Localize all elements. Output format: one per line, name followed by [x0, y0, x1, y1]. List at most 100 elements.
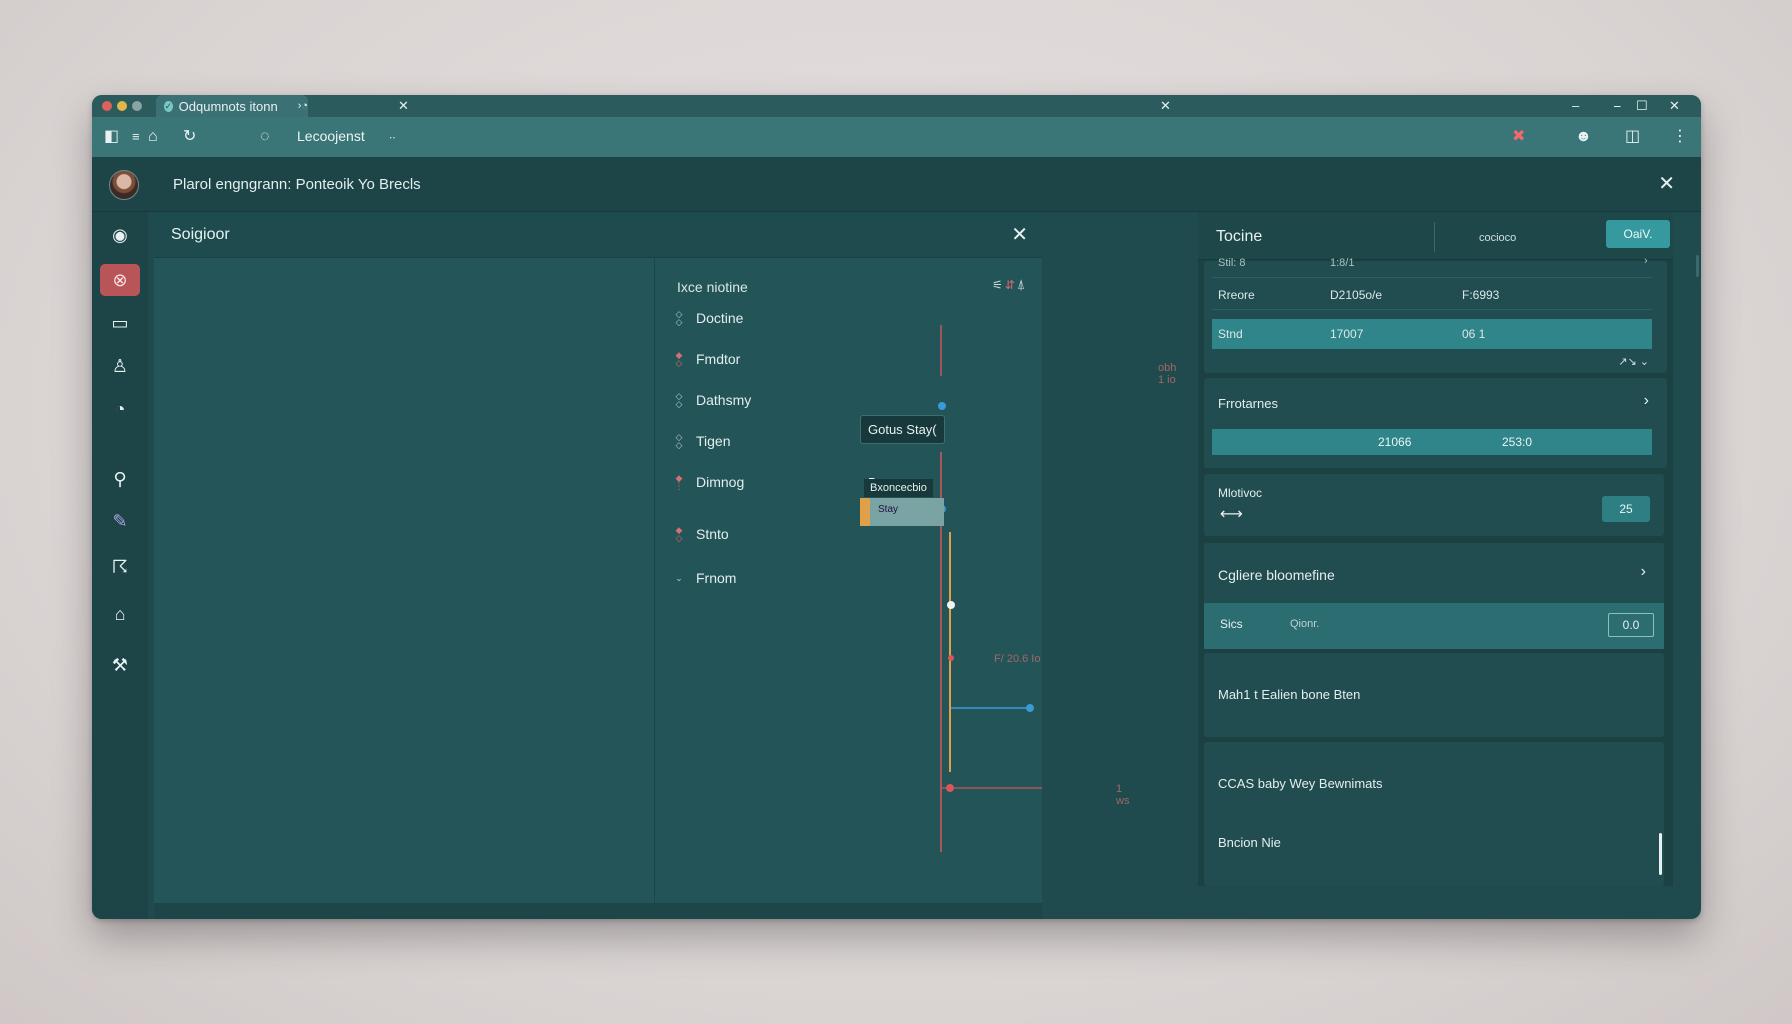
primary-action-button[interactable]: OaiV.	[1606, 220, 1670, 248]
close-window-dot[interactable]	[102, 101, 112, 111]
track-marker-icon: ◆ ◇	[675, 525, 683, 543]
blue-marker-dathsmy[interactable]	[938, 402, 946, 410]
blue-end-marker[interactable]	[1026, 704, 1034, 712]
red-end-marker-left[interactable]	[946, 784, 954, 792]
track-row[interactable]: ◆ ◇ Stnto	[674, 525, 729, 543]
window-restore-icon[interactable]: ⎯	[1614, 98, 1621, 114]
table-footer-controls[interactable]: ↗↘ ⌄	[1618, 355, 1649, 368]
pen-tool-icon[interactable]: ✎	[107, 508, 133, 534]
more-options-icon[interactable]: ⋮	[1672, 128, 1688, 146]
alert-icon[interactable]: ⍋	[1017, 276, 1027, 292]
tab-title: Odqumnots itonn	[178, 98, 278, 114]
tab-strip-close-icon[interactable]: ✕	[1160, 98, 1171, 114]
resize-arrow-icon[interactable]: ⟷	[1220, 504, 1243, 524]
row-label: Sics	[1220, 617, 1243, 631]
minimize-window-dot[interactable]	[117, 101, 127, 111]
cell: 17007	[1330, 327, 1364, 341]
cell: Stil: 8	[1218, 257, 1246, 269]
preferences-card[interactable]: Frrotarnes › 21066 253:0	[1204, 378, 1667, 468]
track-row[interactable]: ◇ ◇ Tigen	[674, 432, 731, 450]
collapse-chevron-icon: ⌄	[675, 573, 683, 583]
chevron-right-icon[interactable]: ›	[1644, 392, 1649, 410]
track-label: Tigen	[696, 433, 731, 449]
track-label: Fmdtor	[696, 351, 741, 367]
avatar[interactable]	[109, 170, 139, 200]
annotation-low: 1 ws	[1116, 783, 1130, 807]
panel-scrollbar[interactable]	[1696, 255, 1699, 277]
track-row[interactable]: ⌄ Frnom	[674, 570, 736, 586]
track-row[interactable]: ◇ ◇ Doctine	[674, 309, 744, 327]
monitor-icon[interactable]: ▭	[107, 310, 133, 336]
cell: Rreore	[1218, 288, 1255, 302]
card-title: Cgliere bloomefine	[1218, 567, 1335, 583]
route-icon[interactable]: ☈	[107, 554, 133, 580]
menu-icon[interactable]: ≡	[132, 128, 140, 146]
annotation-mid: F/ 20.6 Io	[994, 653, 1041, 665]
track-marker-icon: ◇ ◇	[675, 432, 683, 450]
table-row[interactable]: Stil: 8 1:8/1 ›	[1212, 255, 1652, 278]
track-label: Dathsmy	[696, 392, 752, 408]
red-marker-mid[interactable]	[948, 655, 954, 661]
white-playhead-marker[interactable]	[947, 601, 955, 609]
sidebar-toggle-icon[interactable]: ◧	[104, 128, 119, 146]
cgliere-card[interactable]: Cgliere bloomefine › Sics Qionr. 0.0	[1204, 543, 1664, 649]
track-row[interactable]: ◆ ◇ Fmdtor	[674, 351, 741, 368]
window-maximize-icon[interactable]: ☐	[1636, 98, 1648, 114]
notifications-icon[interactable]: ◫	[1625, 128, 1640, 146]
blocked-extension-icon[interactable]: ✖	[1512, 128, 1525, 146]
track-marker-icon: ◆ ⋮	[674, 473, 684, 491]
reload-icon[interactable]: ↻	[183, 128, 196, 146]
motor-value[interactable]: 25	[1602, 496, 1650, 522]
details-scrollbar-thumb[interactable]	[1659, 833, 1662, 875]
home-icon[interactable]: ⌂	[148, 128, 158, 146]
dashboard-icon[interactable]: ◉	[107, 222, 133, 248]
timeline-panel: Soigioor ✕ Ixce niotine ⚟⇵⍋ ◇ ◇ Doctine ◆…	[154, 212, 1176, 903]
main-footer-strip	[154, 903, 1042, 919]
value: 253:0	[1502, 435, 1533, 449]
expand-icon[interactable]: ⇵	[1005, 278, 1017, 292]
details-title: Tocine	[1216, 228, 1263, 245]
header-divider	[1434, 222, 1435, 252]
home-settings-icon[interactable]: ⌂	[107, 601, 133, 627]
value-input[interactable]: 0.0	[1608, 613, 1654, 637]
bell-icon[interactable]: ♙	[107, 353, 133, 379]
row-value: Qionr.	[1290, 618, 1320, 630]
table-row[interactable]: Rreore D2105o/e F:6993	[1212, 281, 1652, 310]
zoom-window-dot[interactable]	[132, 101, 142, 111]
sidebar-item-active-icon[interactable]: ⊗	[100, 264, 140, 296]
search-icon[interactable]: ⚲	[107, 466, 133, 492]
value: 21066	[1378, 435, 1412, 449]
event-bar[interactable]: Stay	[860, 498, 944, 526]
filter-icon[interactable]: ⚟	[992, 278, 1005, 292]
site-favicon-icon: ✓	[164, 100, 173, 112]
cell: D2105o/e	[1330, 288, 1383, 302]
list-item-label: CCAS baby Wey Bewnimats	[1218, 776, 1383, 791]
tab-close-icon[interactable]: ✕	[398, 98, 409, 114]
track-label: Dimnog	[696, 474, 745, 490]
loading-spinner-icon: ◌	[260, 128, 270, 145]
window-minimize-icon[interactable]: –	[1572, 98, 1579, 113]
card-title: Mlotivoc	[1218, 486, 1263, 500]
track-label: Stnto	[696, 526, 729, 542]
users-extension-icon[interactable]: ☻	[1575, 128, 1592, 146]
track-marker-icon: ◇ ◇	[675, 309, 683, 327]
browser-tab[interactable]: ✓ Odqumnots itonn ›◔	[156, 95, 308, 117]
row-expand-icon[interactable]: ›	[1644, 255, 1648, 267]
panel-close-icon[interactable]: ✕	[1011, 222, 1028, 247]
track-marker-icon: ◇ ◇	[675, 391, 683, 409]
track-row[interactable]: ◆ ⋮ Dimnog	[674, 473, 745, 491]
table-row-selected[interactable]: Stnd 17007 06 1	[1212, 319, 1652, 349]
window-close-icon[interactable]: ✕	[1669, 98, 1680, 114]
header-close-icon[interactable]: ✕	[1658, 171, 1675, 196]
address-text[interactable]: Lecoojenst	[297, 128, 365, 144]
list-item[interactable]: CCAS baby Wey Bewnimats Bncion Nie	[1204, 742, 1664, 886]
chevron-right-icon[interactable]: ›	[1641, 563, 1646, 581]
app-header: Plarol engngrann: Ponteoik Yo Brecls ✕	[92, 157, 1701, 212]
cgliere-row: Sics Qionr. 0.0	[1204, 603, 1664, 649]
tools-icon[interactable]: ⚒	[107, 652, 133, 678]
list-item[interactable]: Mah1 t Ealien bone Bten	[1204, 653, 1664, 737]
motor-card: Mlotivoc ⟷ 25	[1204, 474, 1664, 536]
event-tooltip: Gotus Stay(	[860, 415, 945, 444]
clock-icon[interactable]: ◔	[107, 396, 133, 422]
track-row[interactable]: ◇ ◇ Dathsmy	[674, 391, 752, 409]
